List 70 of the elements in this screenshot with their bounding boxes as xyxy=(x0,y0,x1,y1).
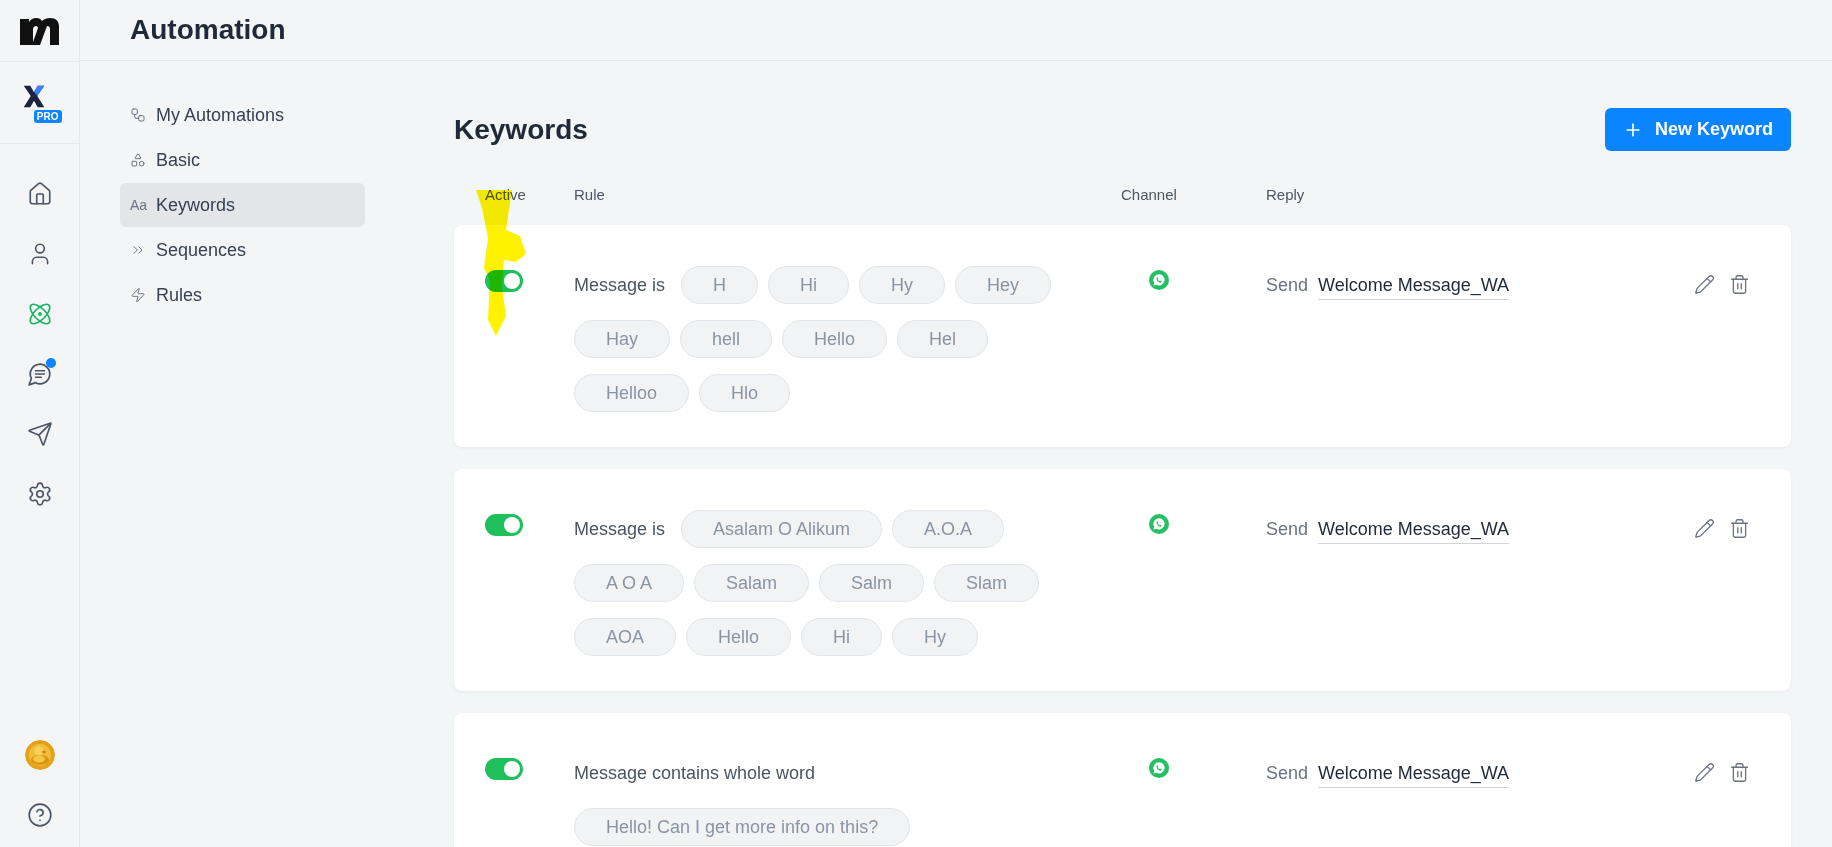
edit-button[interactable] xyxy=(1694,762,1715,783)
atom-icon xyxy=(26,301,53,327)
submenu-item[interactable]: Aa Keywords xyxy=(120,183,365,227)
reply-action: Send xyxy=(1266,518,1309,541)
logo-icon xyxy=(19,16,60,45)
edit-icon xyxy=(1694,762,1715,783)
chat-bubble-icon xyxy=(1149,514,1169,534)
keyword-tag: Salm xyxy=(819,564,925,602)
pro-badge: PRO xyxy=(33,109,62,123)
text-size-icon: Aa xyxy=(130,194,146,216)
chat-icon xyxy=(26,361,53,387)
lightning-icon xyxy=(130,287,146,303)
delete-button[interactable] xyxy=(1729,762,1750,783)
trash-icon xyxy=(1729,274,1750,295)
send-icon xyxy=(26,421,53,447)
keyword-tag: H xyxy=(681,266,759,304)
edit-icon xyxy=(1694,518,1715,539)
settings-icon xyxy=(26,481,53,507)
edit-icon xyxy=(1694,274,1715,295)
edit-button[interactable] xyxy=(1694,518,1715,539)
keyword-tag: Hi xyxy=(801,618,883,656)
keyword-tag: hell xyxy=(680,320,773,358)
keyword-tag: Hey xyxy=(955,266,1052,304)
home-icon xyxy=(26,181,53,207)
keyword-tag: Hello xyxy=(686,618,792,656)
column-header: Reply xyxy=(1266,186,1305,203)
keyword-tag: Hlo xyxy=(699,374,791,412)
chat-bubble-icon xyxy=(1149,270,1169,290)
submenu-item[interactable]: Rules xyxy=(120,273,365,317)
reply-link[interactable]: Welcome Message_WA xyxy=(1318,760,1510,788)
submenu-item[interactable]: Sequences xyxy=(120,228,365,272)
keyword-tag: AOA xyxy=(574,618,676,656)
section-title: Keywords xyxy=(454,112,588,147)
toggle-switch[interactable] xyxy=(485,514,523,536)
edit-button[interactable] xyxy=(1694,274,1715,295)
keyword-tag: Salam xyxy=(694,564,810,602)
column-header: Channel xyxy=(1121,186,1177,203)
page-header-title: Automation xyxy=(130,13,286,47)
keyword-tag: Hello! Can I get more info on this? xyxy=(574,808,911,846)
toggle-switch[interactable] xyxy=(485,758,523,780)
workflow-icon xyxy=(130,107,146,123)
keyword-tag: A O A xyxy=(574,564,685,602)
keyword-tag: Hay xyxy=(574,320,670,358)
keyword-tag: Hi xyxy=(768,266,850,304)
delete-button[interactable] xyxy=(1729,518,1750,539)
rule-label: Message is xyxy=(574,518,666,541)
chat-bubble-icon xyxy=(1149,758,1169,778)
reply-action: Send xyxy=(1266,762,1309,785)
reply-action: Send xyxy=(1266,274,1309,297)
trash-icon xyxy=(1729,762,1750,783)
shapes-icon xyxy=(130,152,146,168)
new-keyword-button[interactable]: New Keyword xyxy=(1604,108,1791,151)
rule-label: Message is xyxy=(574,274,666,297)
keyword-tag: Hello xyxy=(782,320,888,358)
reply-link[interactable]: Welcome Message_WA xyxy=(1318,272,1510,300)
keyword-tag: Asalam O Alikum xyxy=(681,510,883,548)
rule-label: Message contains whole word xyxy=(574,762,816,785)
keyword-tag: Slam xyxy=(934,564,1040,602)
keyword-tag: Helloo xyxy=(574,374,690,412)
keyword-tag: A.O.A xyxy=(892,510,1005,548)
trash-icon xyxy=(1729,518,1750,539)
submenu-item[interactable]: My Automations xyxy=(120,93,365,137)
keyword-tag: Hel xyxy=(897,320,989,358)
reply-link[interactable]: Welcome Message_WA xyxy=(1318,516,1510,544)
help-icon xyxy=(26,802,53,828)
delete-button[interactable] xyxy=(1729,274,1750,295)
keyword-tag: Hy xyxy=(859,266,946,304)
column-header: Rule xyxy=(574,186,605,203)
keyword-tag: Hy xyxy=(892,618,979,656)
submenu-item[interactable]: Basic xyxy=(120,138,365,182)
